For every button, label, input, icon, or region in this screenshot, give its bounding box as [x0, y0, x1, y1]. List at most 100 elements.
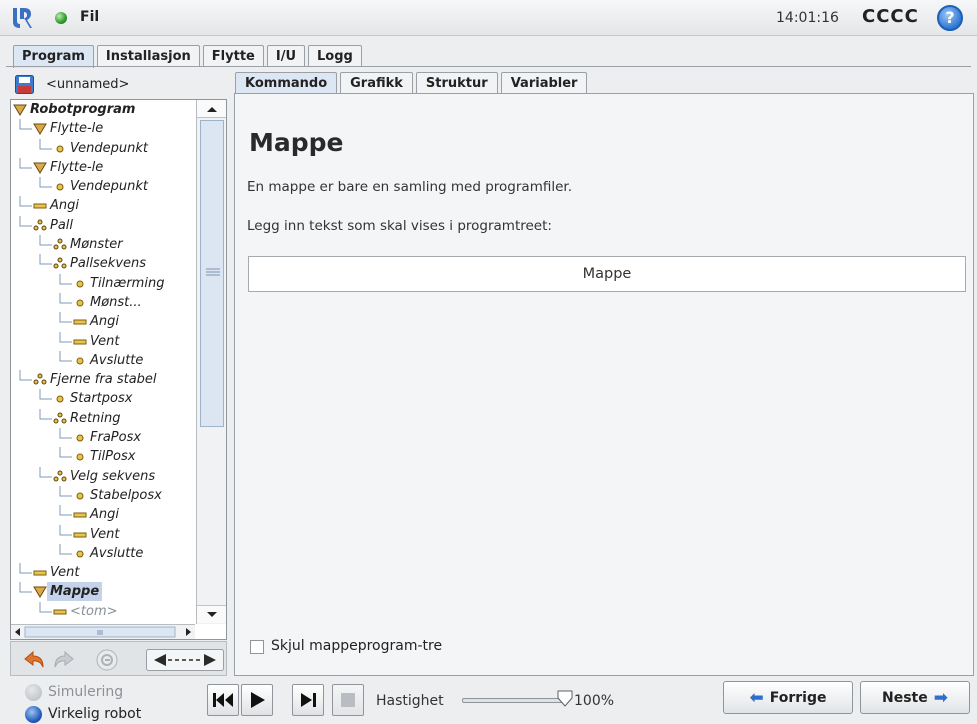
- pallet-icon: [53, 409, 67, 428]
- subtab-2[interactable]: Struktur: [415, 72, 498, 94]
- tree-node[interactable]: Mønster: [11, 235, 195, 254]
- subtab-3[interactable]: Variabler: [500, 72, 588, 94]
- tree-node-label: Vendepunkt: [70, 140, 148, 156]
- tree-node[interactable]: Angi: [11, 312, 195, 331]
- real-robot-radio[interactable]: [25, 706, 42, 723]
- arrow-left-icon: ⬅: [749, 687, 764, 708]
- tree-vertical-scrollbar[interactable]: [196, 100, 226, 624]
- subtab-0[interactable]: Kommando: [235, 72, 338, 94]
- tree-node-label: <tom>: [70, 603, 118, 619]
- tree-node[interactable]: Vent: [11, 524, 195, 544]
- tree-node[interactable]: Angi: [11, 505, 195, 524]
- scroll-right-icon[interactable]: [186, 628, 191, 636]
- redo-icon[interactable]: [51, 647, 77, 673]
- tree-node[interactable]: Startposx: [11, 389, 195, 408]
- main-tab-bar: Program Installasjon Flytte I/U Logg: [13, 45, 365, 68]
- waypoint-icon: [73, 351, 87, 370]
- program-name: <unnamed>: [46, 77, 130, 92]
- triangle-icon: [33, 158, 47, 177]
- tree-node[interactable]: Angi: [11, 196, 195, 215]
- speed-slider[interactable]: [462, 698, 568, 703]
- program-tree[interactable]: Robotprogram Flytte-le Vendepunkt Flytte-le…: [10, 99, 227, 640]
- tree-node[interactable]: Robotprogram: [11, 100, 195, 119]
- waypoint-icon: [73, 293, 87, 312]
- tree-node-label: Pall: [50, 217, 74, 233]
- tree-node-label: Avslutte: [90, 352, 144, 368]
- tree-node-label: FraPosx: [90, 430, 142, 446]
- speed-slider-handle[interactable]: [557, 690, 573, 707]
- pallet-icon: [33, 216, 47, 235]
- subtab-1[interactable]: Grafikk: [340, 72, 413, 94]
- tree-horizontal-scrollbar[interactable]: [11, 624, 195, 639]
- tree-node[interactable]: Vent: [11, 331, 195, 351]
- tree-node[interactable]: Retning: [11, 408, 195, 428]
- tree-toolbar: [10, 641, 227, 676]
- simulation-radio[interactable]: [25, 684, 42, 701]
- tree-node-label: TilPosx: [90, 449, 136, 465]
- next-label: Neste: [882, 689, 928, 706]
- set-icon: [73, 525, 87, 544]
- tree-node[interactable]: Pallsekvens: [11, 254, 195, 273]
- tab-3[interactable]: I/U: [266, 45, 306, 67]
- scroll-up-icon[interactable]: [197, 100, 226, 118]
- tree-node[interactable]: Velg sekvens: [11, 466, 195, 486]
- tree-node-label: Tilnærming: [90, 275, 165, 291]
- skip-back-button[interactable]: [207, 684, 239, 716]
- tree-node[interactable]: Tilnærming: [11, 273, 195, 293]
- previous-button[interactable]: ⬅ Forrige: [723, 681, 853, 714]
- file-menu[interactable]: Fil: [80, 9, 99, 25]
- triangle-icon: [33, 582, 47, 601]
- tree-node[interactable]: Flytte-le: [11, 119, 195, 138]
- scroll-down-icon[interactable]: [197, 605, 226, 623]
- hide-folder-checkbox[interactable]: [250, 640, 264, 654]
- tab-2[interactable]: Flytte: [202, 45, 264, 67]
- tree-node[interactable]: Vendepunkt: [11, 177, 195, 196]
- tree-node[interactable]: Flytte-le: [11, 157, 195, 177]
- tree-node-label: Angi: [90, 507, 119, 523]
- skip-back-icon: [213, 693, 233, 707]
- next-button[interactable]: Neste ➡: [860, 681, 970, 714]
- waypoint-icon: [73, 486, 87, 505]
- undo-icon[interactable]: [21, 647, 47, 673]
- previous-label: Forrige: [769, 689, 827, 706]
- tree-node[interactable]: Mappe: [11, 582, 195, 602]
- tree-node[interactable]: Fjerne fra stabel: [11, 370, 195, 389]
- tree-node[interactable]: Stabelposx: [11, 485, 195, 505]
- save-icon[interactable]: [15, 75, 34, 94]
- folder-name-input[interactable]: [248, 256, 966, 292]
- tree-node[interactable]: Vendepunkt: [11, 138, 195, 158]
- tree-node[interactable]: Pall: [11, 215, 195, 235]
- tab-divider: [6, 66, 971, 67]
- tree-node-label: Vendepunkt: [70, 179, 148, 195]
- suppress-icon[interactable]: [94, 647, 120, 673]
- stop-button[interactable]: [332, 684, 364, 716]
- pallet-icon: [53, 235, 67, 254]
- tab-1[interactable]: Installasjon: [96, 45, 200, 67]
- waypoint-icon: [73, 447, 87, 466]
- help-button[interactable]: ?: [937, 5, 963, 31]
- tree-node[interactable]: Avslutte: [11, 350, 195, 370]
- folder-description: En mappe er bare en samling med programf…: [247, 179, 573, 195]
- set-icon: [33, 196, 47, 215]
- tab-4[interactable]: Logg: [308, 45, 362, 67]
- tree-node[interactable]: Mønst...: [11, 292, 195, 312]
- tree-node[interactable]: Vent: [11, 563, 195, 582]
- simulation-label: Simulering: [48, 684, 124, 700]
- set-icon: [33, 563, 47, 582]
- tree-node[interactable]: Avslutte: [11, 543, 195, 563]
- step-icon: [301, 693, 316, 707]
- step-button[interactable]: [292, 684, 324, 716]
- play-button[interactable]: [241, 684, 273, 716]
- waypoint-icon: [53, 389, 67, 408]
- tree-node-label: Robotprogram: [30, 102, 136, 117]
- tree-node[interactable]: <tom>: [11, 601, 195, 621]
- scroll-left-icon[interactable]: [15, 628, 20, 636]
- set-icon: [73, 332, 87, 351]
- scroll-thumb[interactable]: [200, 120, 224, 427]
- tab-0[interactable]: Program: [13, 45, 94, 68]
- tree-node[interactable]: FraPosx: [11, 428, 195, 447]
- tree-node[interactable]: TilPosx: [11, 447, 195, 466]
- tree-node-label: Pallsekvens: [70, 256, 147, 272]
- waypoint-icon: [73, 428, 87, 447]
- move-node-icon[interactable]: [146, 649, 224, 671]
